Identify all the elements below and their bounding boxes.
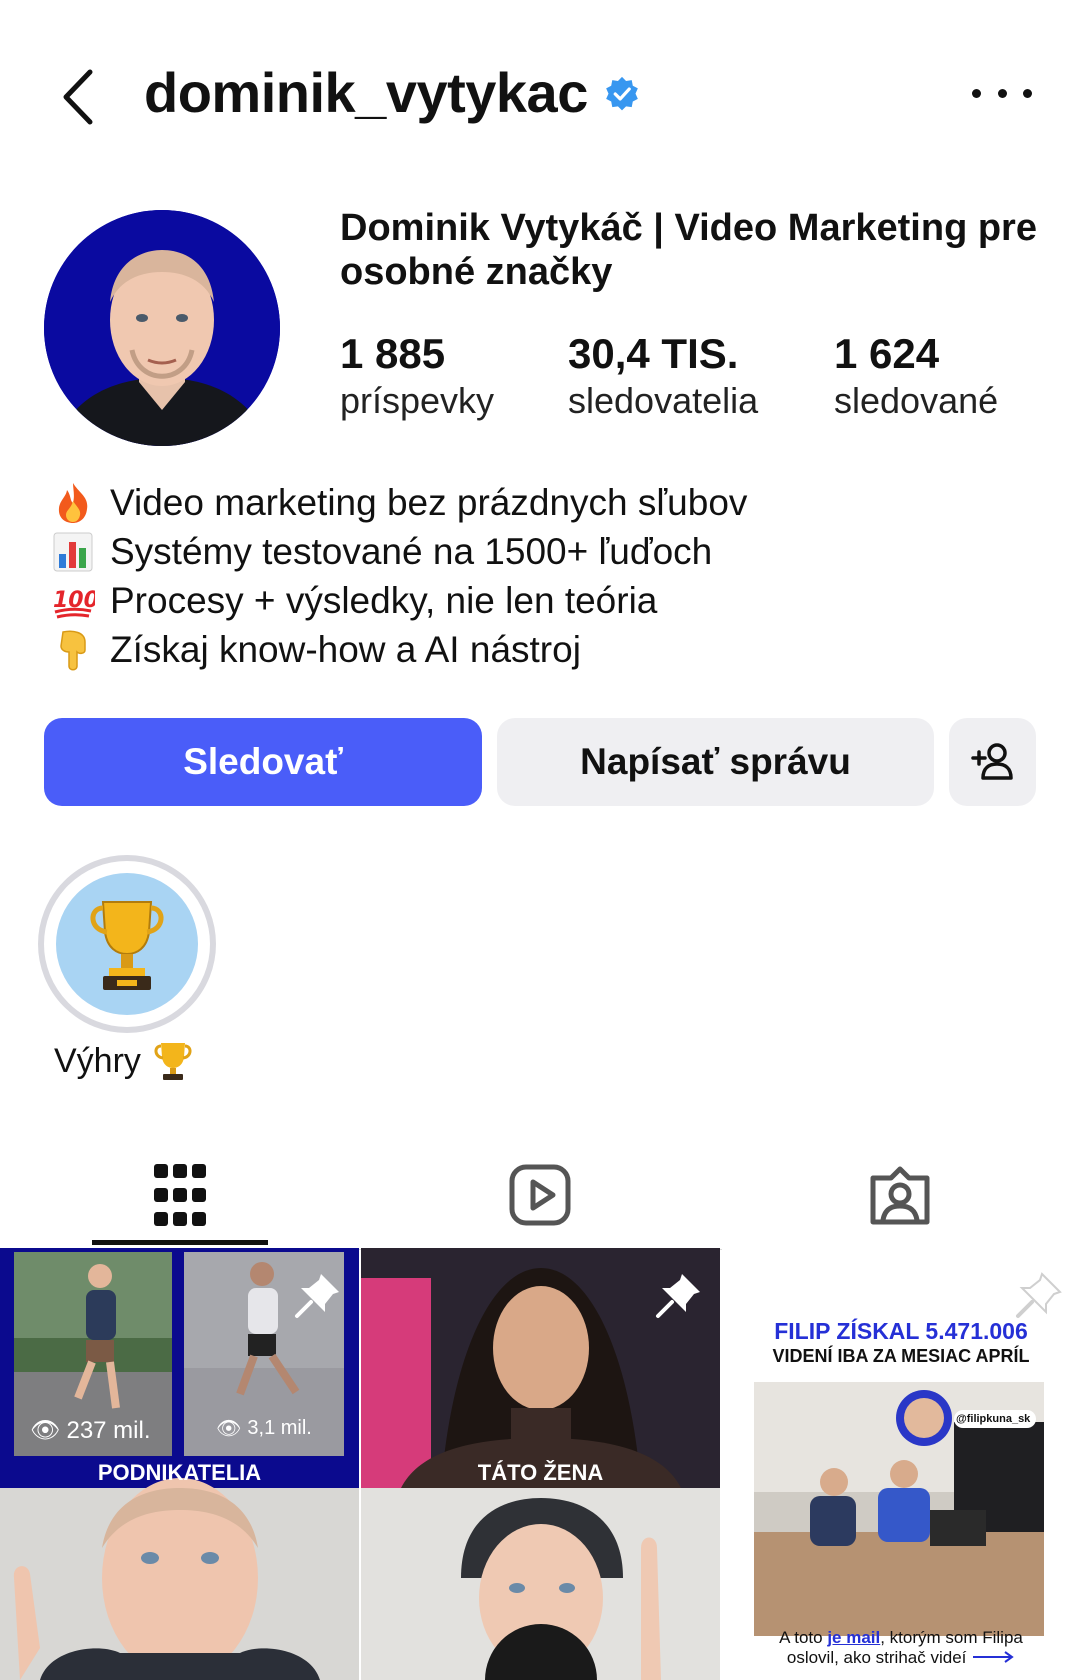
tab-tagged[interactable]	[720, 1140, 1080, 1250]
post-footer-text: A toto je mail, ktorým som Filipa	[722, 1628, 1080, 1648]
bio-line: 100 Procesy + výsledky, nie len teória	[48, 576, 1048, 625]
arrow-right-icon	[973, 1651, 1014, 1663]
bar-chart-icon	[48, 530, 98, 574]
stat-value: 1 885	[340, 330, 446, 377]
view-count: 👁 237 mil.	[30, 1416, 151, 1445]
message-button[interactable]: Napísať správu	[497, 718, 934, 806]
avatar-portrait	[44, 210, 280, 446]
stat-label: príspevky	[340, 380, 495, 421]
trophy-icon	[154, 1043, 192, 1080]
reels-icon	[509, 1164, 571, 1226]
view-count-text: 3,1 mil.	[247, 1417, 312, 1439]
highlight-title: Výhry	[54, 1041, 141, 1080]
username: dominik_vytykac	[144, 61, 588, 124]
highlight-cover	[56, 873, 198, 1015]
tagged-icon	[870, 1166, 930, 1225]
dot	[972, 88, 981, 98]
pin-icon	[1016, 1272, 1062, 1318]
highlight-label: Výhry	[54, 1040, 193, 1082]
profile-avatar[interactable]	[44, 210, 280, 446]
post-thumbnail[interactable]: 👁 237 mil. 👁 3,1 mil. PODNIKATELIA	[0, 1248, 359, 1680]
bio-line: Systémy testované na 1500+ ľuďoch	[48, 527, 1048, 576]
pin-icon	[656, 1274, 700, 1318]
stat-followers[interactable]: 30,4 TIS. sledovatelia	[568, 330, 758, 424]
stat-posts[interactable]: 1 885 príspevky	[340, 330, 494, 424]
post-headline: FILIP ZÍSKAL 5.471.006	[774, 1318, 1028, 1344]
footer-text: , ktorým som Filipa	[880, 1628, 1023, 1647]
stat-value: 30,4 TIS.	[568, 330, 739, 377]
grid-icon	[154, 1164, 206, 1226]
trophy-icon	[90, 901, 164, 990]
stat-value: 1 624	[834, 330, 940, 377]
stat-label: sledovatelia	[568, 380, 759, 421]
bio-line: Video marketing bez prázdnych sľubov	[48, 478, 1048, 527]
back-button[interactable]	[52, 62, 102, 132]
footer-text: oslovil, ako strihač videí	[786, 1648, 967, 1667]
tab-reels[interactable]	[360, 1140, 720, 1250]
bio-text: Procesy + výsledky, nie len teória	[110, 579, 658, 621]
bio-line: Získaj know-how a AI nástroj	[48, 625, 1048, 674]
post-thumbnail[interactable]: TÁTO ŽENA	[361, 1248, 720, 1680]
post-handle: @filipkuna_sk	[956, 1413, 1031, 1425]
bio-text: Systémy testované na 1500+ ľuďoch	[110, 530, 713, 572]
profile-tabs	[0, 1140, 1080, 1250]
profile-bio: Video marketing bez prázdnych sľubov Sys…	[48, 478, 1048, 674]
posts-grid: 👁 237 mil. 👁 3,1 mil. PODNIKATELIA TÁTO …	[0, 1248, 1080, 1680]
bio-text: Video marketing bez prázdnych sľubov	[110, 481, 748, 523]
post-caption-overlay: PODNIKATELIA	[97, 1460, 262, 1485]
stat-label: sledované	[834, 380, 999, 421]
view-count-text: 237 mil.	[66, 1416, 151, 1444]
chevron-left-icon	[63, 69, 93, 125]
profile-full-name: Dominik Vytykáč | Video Marketing pre os…	[340, 207, 1037, 293]
verified-badge-icon	[606, 76, 638, 111]
add-person-icon	[970, 743, 1013, 780]
post-caption-overlay: TÁTO ŽENA	[477, 1460, 604, 1485]
suggest-people-button[interactable]	[949, 718, 1036, 806]
footer-text: A toto	[779, 1628, 828, 1647]
bio-text: Získaj know-how a AI nástroj	[110, 628, 581, 670]
post-thumbnail[interactable]: FILIP ZÍSKAL 5.471.006 VIDENÍ IBA ZA MES…	[722, 1248, 1080, 1680]
follow-button[interactable]: Sledovať	[44, 718, 482, 806]
hundred-points-icon: 100	[48, 579, 98, 623]
tab-grid[interactable]	[0, 1140, 360, 1250]
profile-header: dominik_vytykac	[0, 40, 1080, 150]
dot	[1023, 88, 1032, 98]
dot	[997, 88, 1007, 98]
stat-following[interactable]: 1 624 sledované	[834, 330, 998, 424]
post-footer-text: oslovil, ako strihač videí	[722, 1648, 1080, 1668]
pin-icon	[295, 1274, 339, 1318]
active-tab-indicator	[92, 1240, 268, 1245]
story-highlight[interactable]	[38, 855, 216, 1033]
view-count: 👁 3,1 mil.	[216, 1416, 312, 1441]
post-subheadline: VIDENÍ IBA ZA MESIAC APRÍL	[772, 1346, 1030, 1366]
more-options-button[interactable]	[972, 78, 1032, 108]
eye-icon: 👁	[216, 1418, 242, 1440]
pointing-down-icon	[48, 628, 98, 672]
profile-stats: 1 885 príspevky 30,4 TIS. sledovatelia 1…	[340, 330, 1060, 440]
footer-highlight: je mail	[827, 1628, 881, 1647]
eye-icon: 👁	[30, 1417, 61, 1444]
fire-icon	[48, 481, 98, 525]
